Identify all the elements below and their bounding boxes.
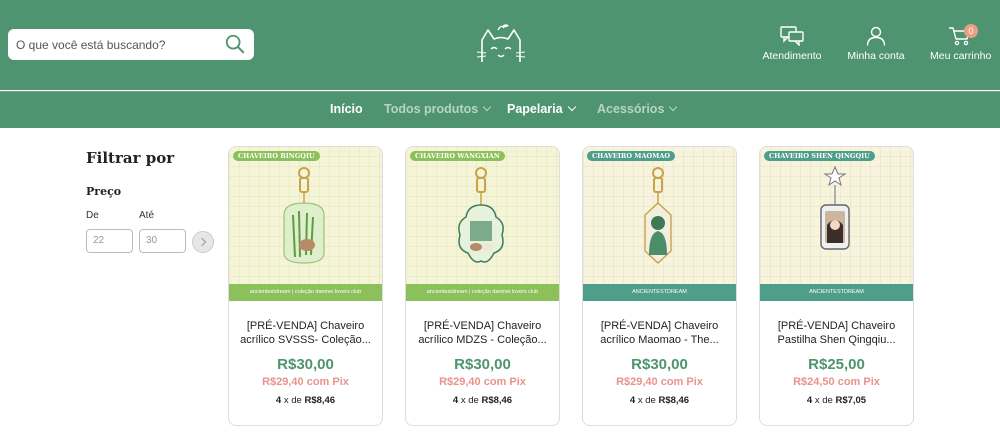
product-card[interactable]: CHAVEIRO WANGXIAN ancientestdream | cole… bbox=[405, 146, 560, 426]
product-price: R$25,00 bbox=[808, 356, 865, 373]
price-to-input[interactable]: 30 bbox=[139, 229, 186, 253]
filter-title: Filtrar por bbox=[86, 149, 175, 167]
price-filter-title: Preço bbox=[86, 185, 122, 198]
cart-count-badge: 0 bbox=[964, 24, 978, 38]
product-pix-price: R$29,40 com Pix bbox=[439, 376, 526, 388]
product-name[interactable]: [PRÉ-VENDA] Chaveiro acrílico MDZS - Col… bbox=[414, 319, 551, 347]
meu-carrinho-button[interactable]: 0 Meu carrinho bbox=[930, 24, 992, 62]
product-name[interactable]: [PRÉ-VENDA] Chaveiro Pastilha Shen Qingq… bbox=[768, 319, 905, 347]
meu-carrinho-label: Meu carrinho bbox=[930, 50, 992, 62]
search-icon[interactable] bbox=[224, 33, 246, 55]
product-pix-price: R$29,40 com Pix bbox=[616, 376, 703, 388]
product-installments: 4 x de R$8,46 bbox=[452, 395, 513, 406]
atendimento-button[interactable]: Atendimento bbox=[762, 26, 822, 62]
nav-item-papelaria[interactable]: Papelaria bbox=[507, 102, 576, 116]
product-tag: CHAVEIRO SHEN QINGQIU bbox=[764, 151, 875, 161]
chat-icon bbox=[780, 26, 804, 46]
product-pix-price: R$29,40 com Pix bbox=[262, 376, 349, 388]
price-from-input[interactable]: 22 bbox=[86, 229, 133, 253]
user-icon bbox=[866, 26, 886, 46]
product-name[interactable]: [PRÉ-VENDA] Chaveiro acrílico Maomao - T… bbox=[591, 319, 728, 347]
nav-item-todos-produtos[interactable]: Todos produtos bbox=[384, 102, 492, 116]
atendimento-label: Atendimento bbox=[762, 50, 822, 62]
product-price: R$30,00 bbox=[454, 356, 511, 373]
product-image-footer: ancientestdream | coleção danmei lovers … bbox=[229, 284, 382, 301]
chevron-down-icon bbox=[567, 102, 576, 112]
product-price: R$30,00 bbox=[277, 356, 334, 373]
cat-logo-icon[interactable] bbox=[476, 22, 526, 68]
product-card[interactable]: CHAVEIRO BINGQIU ancientestdream | coleç… bbox=[228, 146, 383, 426]
nav-item-label: Todos produtos bbox=[384, 102, 479, 116]
chevron-down-icon bbox=[482, 102, 492, 112]
nav-item-label: Início bbox=[330, 102, 363, 116]
search-box bbox=[8, 29, 254, 60]
chevron-down-icon bbox=[669, 102, 678, 112]
price-from-label: De bbox=[86, 210, 99, 221]
product-price: R$30,00 bbox=[631, 356, 688, 373]
product-tag: CHAVEIRO BINGQIU bbox=[233, 151, 320, 161]
product-image-footer: ANCIENTESTDREAM bbox=[760, 284, 913, 301]
price-filter-apply-button[interactable] bbox=[192, 231, 214, 253]
product-tag: CHAVEIRO MAOMAO bbox=[587, 151, 676, 161]
product-card[interactable]: CHAVEIRO MAOMAO ANCIENTESTDREAM [PRÉ-VEN… bbox=[582, 146, 737, 426]
minha-conta-label: Minha conta bbox=[847, 50, 905, 62]
product-image-footer: ancientestdream | coleção danmei lovers … bbox=[406, 284, 559, 301]
product-name[interactable]: [PRÉ-VENDA] Chaveiro acrílico SVSSS- Col… bbox=[237, 319, 374, 347]
nav-item-inicio[interactable]: Início bbox=[330, 102, 363, 116]
keychain-artwork-icon bbox=[820, 165, 850, 250]
nav-item-acessorios[interactable]: Acessórios bbox=[597, 102, 678, 116]
product-image-footer: ANCIENTESTDREAM bbox=[583, 284, 736, 301]
product-installments: 4 x de R$8,46 bbox=[275, 395, 336, 406]
product-card[interactable]: CHAVEIRO SHEN QINGQIU ANCIENTESTDREAM [P… bbox=[759, 146, 914, 426]
product-installments: 4 x de R$7,05 bbox=[806, 395, 867, 406]
keychain-artwork-icon bbox=[644, 167, 672, 264]
product-installments: 4 x de R$8,46 bbox=[629, 395, 690, 406]
minha-conta-button[interactable]: Minha conta bbox=[846, 26, 906, 62]
price-to-label: Até bbox=[139, 210, 155, 221]
keychain-artwork-icon bbox=[283, 167, 325, 264]
product-image[interactable]: CHAVEIRO SHEN QINGQIU ANCIENTESTDREAM bbox=[760, 147, 913, 301]
product-image[interactable]: CHAVEIRO WANGXIAN ancientestdream | cole… bbox=[406, 147, 559, 301]
product-pix-price: R$24,50 com Pix bbox=[793, 376, 880, 388]
product-image[interactable]: CHAVEIRO MAOMAO ANCIENTESTDREAM bbox=[583, 147, 736, 301]
keychain-artwork-icon bbox=[458, 167, 504, 263]
nav-item-label: Papelaria bbox=[507, 102, 563, 116]
site-header: Atendimento Minha conta 0 Meu carrinho bbox=[0, 0, 1000, 90]
nav-item-label: Acessórios bbox=[597, 102, 665, 116]
product-image[interactable]: CHAVEIRO BINGQIU ancientestdream | coleç… bbox=[229, 147, 382, 301]
search-input[interactable] bbox=[16, 29, 216, 60]
main-nav: Início Todos produtos Papelaria Acessóri… bbox=[0, 91, 1000, 128]
product-tag: CHAVEIRO WANGXIAN bbox=[410, 151, 505, 161]
